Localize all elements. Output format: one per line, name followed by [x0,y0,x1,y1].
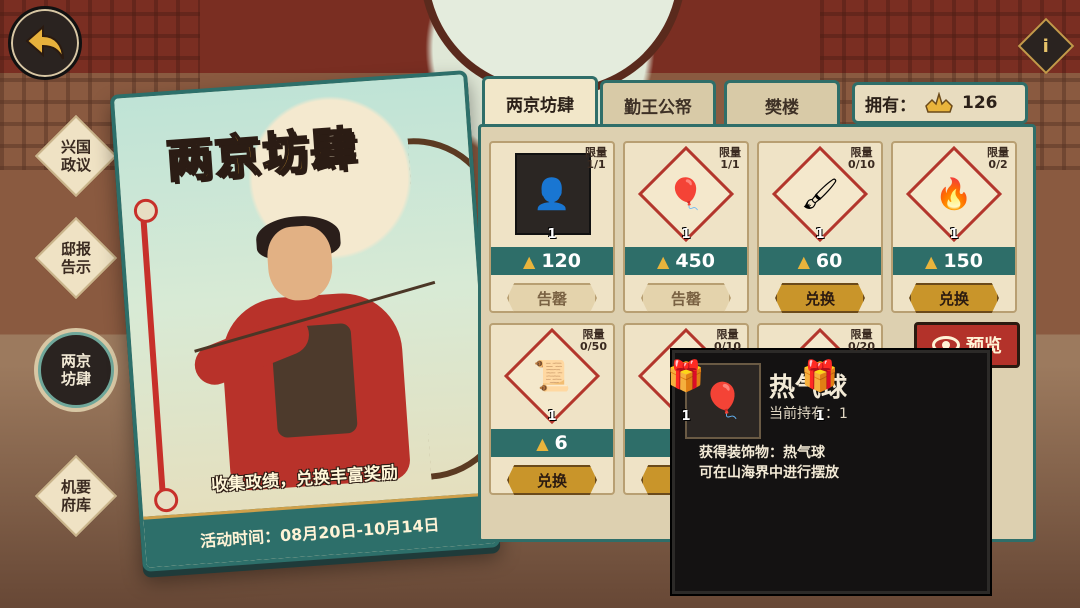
item-price-bar: ▲ 6 [491,429,613,457]
shop-item[interactable]: 🖌 限量 0/10 1 ▲ 60 兑换 [757,141,883,313]
item-price-bar: ▲ 450 [625,247,747,275]
event-time: 活动时间：08月20日-10月14日 [199,515,441,551]
gold-ingot-icon: ▲ [797,251,810,271]
nav-item-jiyao[interactable]: 机要府库 [34,454,118,538]
gold-ingot-icon: ▲ [925,251,938,271]
currency-owned: 拥有： 126 [852,82,1028,124]
gold-ingot-icon [925,92,953,113]
event-banner-card: 两京坊肆 收集政绩，兑换丰富奖励 活动时间：08月20日-10月14日 [109,70,501,572]
nav-label: 机要府库 [60,478,91,514]
item-price: 60 [815,250,843,272]
back-arrow-icon [25,24,64,60]
shop-item[interactable]: 👤 限量 1/1 1 ▲ 120 告罄 [489,141,615,313]
nav-item-dibao[interactable]: 邸报告示 [34,216,118,300]
item-price-bar: ▲ 150 [893,247,1015,275]
item-qty: 1 [815,227,825,242]
nav-label: 兴国政议 [60,138,91,174]
brush-icon: 🖌 [800,176,840,212]
item-limit: 限量 1/1 [719,146,741,171]
tooltip-description: 获得装饰物：热气球 可在山海界中进行摆放 [699,443,839,483]
event-title: 两京坊肆 [164,120,361,189]
tooltip-desc-line: 可在山海界中进行摆放 [699,465,839,481]
item-qty: 1 [949,227,959,242]
nav-label: 邸报告示 [60,240,91,276]
item-limit: 限量 1/1 [585,146,607,171]
soldout-button: 告罄 [641,283,731,313]
soldout-button: 告罄 [507,283,597,313]
scroll-icon: 📜 [533,358,571,394]
shop-item[interactable]: 📜 限量 0/50 1 ▲ 6 兑换 [489,323,615,495]
gold-ingot-icon: ▲ [657,251,670,271]
nav-item-xingguo[interactable]: 兴国政议 [34,114,118,198]
shop-item[interactable]: 🔥 限量 0/2 1 ▲ 150 兑换 [891,141,1017,313]
item-limit: 限量 0/20 [848,328,875,353]
item-price: 120 [541,250,581,272]
balloon-icon: 🎈 [667,176,705,212]
item-qty: 1 [547,227,557,242]
exchange-button[interactable]: 兑换 [775,283,865,313]
item-price: 450 [675,250,715,272]
tab-label: 樊楼 [765,97,799,118]
item-icon: 🎁 [801,358,839,394]
item-limit: 限量 0/50 [580,328,607,353]
tab-label: 勤王公帑 [624,97,692,118]
owned-label: 拥有： [865,95,916,116]
gold-ingot-icon: ▲ [536,433,549,453]
item-limit: 限量 0/2 [987,146,1009,171]
gold-ingot-icon: ▲ [523,251,536,271]
nav-item-liangjing[interactable]: 两京坊肆 [38,332,114,408]
item-price-bar: ▲ 60 [759,247,881,275]
tab-liangjing[interactable]: 两京坊肆 [482,76,598,127]
item-price: 150 [943,250,983,272]
exchange-button[interactable]: 兑换 [909,283,999,313]
exchange-button[interactable]: 兑换 [507,465,597,495]
owned-amount: 126 [962,93,998,113]
item-limit: 限量 0/10 [848,146,875,171]
item-price: 6 [554,432,568,454]
item-qty: 1 [681,227,691,242]
item-qty: 1 [681,409,691,424]
archer-figure [188,209,421,493]
flame-icon: 🔥 [935,176,973,212]
tab-label: 两京坊肆 [506,95,574,116]
tab-qinwang[interactable]: 勤王公帑 [600,80,716,127]
info-icon: i [1042,35,1050,57]
tooltip-desc-line: 获得装饰物：热气球 [699,445,825,461]
nav-label: 两京坊肆 [60,352,91,388]
back-button[interactable] [8,6,82,80]
portrait-icon: 👤 [533,176,571,212]
tab-fanlou[interactable]: 樊楼 [724,80,840,127]
item-icon: 🎁 [667,358,705,394]
shop-item[interactable]: 🎈 限量 1/1 1 ▲ 450 告罄 [623,141,749,313]
item-price-bar: ▲ 120 [491,247,613,275]
item-limit: 限量 0/10 [714,328,741,353]
item-qty: 1 [547,409,557,424]
item-qty: 1 [815,409,825,424]
